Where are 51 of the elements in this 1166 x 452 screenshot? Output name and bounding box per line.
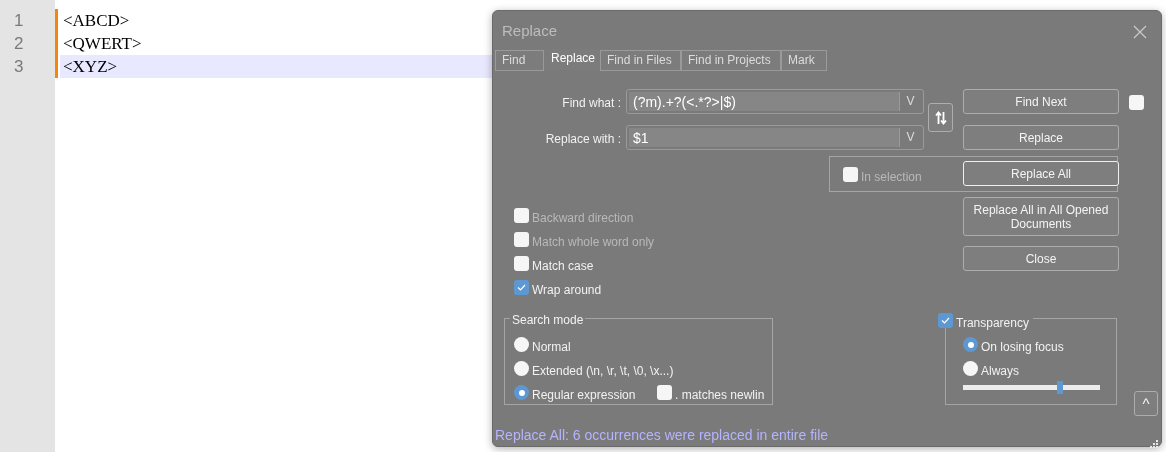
radio-label: Extended (\n, \r, \t, \0, \x...) [532, 363, 674, 380]
line-number: 1 [13, 10, 25, 32]
tab[interactable]: Find in Files [600, 50, 681, 71]
radio-button[interactable] [514, 385, 529, 400]
combo-field[interactable]: (?m).+?(<.*?>|$) V [626, 89, 924, 114]
checkbox-label: In selection [861, 169, 922, 186]
checkbox[interactable] [657, 385, 672, 400]
tab[interactable]: Find [495, 50, 544, 71]
checkbox-label: Match whole word only [532, 234, 655, 251]
combo-field[interactable]: $1 V [626, 125, 924, 150]
radio-label: Always [981, 363, 1019, 380]
field-label: Replace with : [544, 131, 621, 148]
code-line: <QWERT> [62, 33, 143, 55]
line-number: 3 [13, 56, 25, 78]
radio-button[interactable] [963, 337, 978, 352]
swap-arrows-icon [934, 110, 947, 125]
line-number: 2 [13, 33, 25, 55]
dialog-title: Replace [502, 21, 558, 41]
tab[interactable]: Mark [781, 50, 827, 71]
radio-button[interactable] [514, 337, 529, 352]
radio-button[interactable] [963, 361, 978, 376]
combo-input[interactable]: $1 [629, 128, 899, 147]
checkbox-label: Backward direction [532, 210, 634, 227]
field-label: Find what : [561, 95, 621, 112]
tab[interactable]: Find in Projects [681, 50, 781, 71]
radio-button[interactable] [514, 361, 529, 376]
checkbox[interactable] [514, 280, 529, 295]
checkbox-label: . matches newlin [675, 387, 765, 404]
radio-label: Regular expression [532, 387, 636, 404]
radio-label: On losing focus [981, 339, 1064, 356]
status-message: Replace All: 6 occurrences were replaced in entire file [495, 426, 829, 445]
change-bar [55, 9, 58, 78]
check-icon [941, 317, 950, 324]
radio-label: Normal [532, 339, 571, 356]
close-button[interactable]: Close [963, 246, 1119, 271]
checkbox-label: Match case [532, 258, 594, 275]
find-next-button[interactable]: Find Next [963, 89, 1119, 114]
combo-input[interactable]: (?m).+?(<.*?>|$) [629, 92, 899, 111]
checkbox[interactable] [938, 313, 953, 328]
swap-button[interactable] [928, 103, 953, 132]
checkbox[interactable] [1129, 95, 1144, 110]
checkbox-label: Wrap around [532, 282, 602, 299]
replace-button[interactable]: Replace [963, 125, 1119, 150]
check-icon [517, 284, 526, 291]
slider-thumb[interactable] [1057, 381, 1064, 394]
checkbox-label: Transparency [956, 315, 1029, 332]
replace-all-button[interactable]: Replace All [963, 161, 1119, 186]
replace-all-opened-button[interactable]: Replace All in All Opened Documents [963, 197, 1119, 236]
code-line: <ABCD> [62, 10, 131, 32]
checkbox[interactable] [514, 256, 529, 271]
collapse-button[interactable]: ^ [1134, 391, 1158, 416]
